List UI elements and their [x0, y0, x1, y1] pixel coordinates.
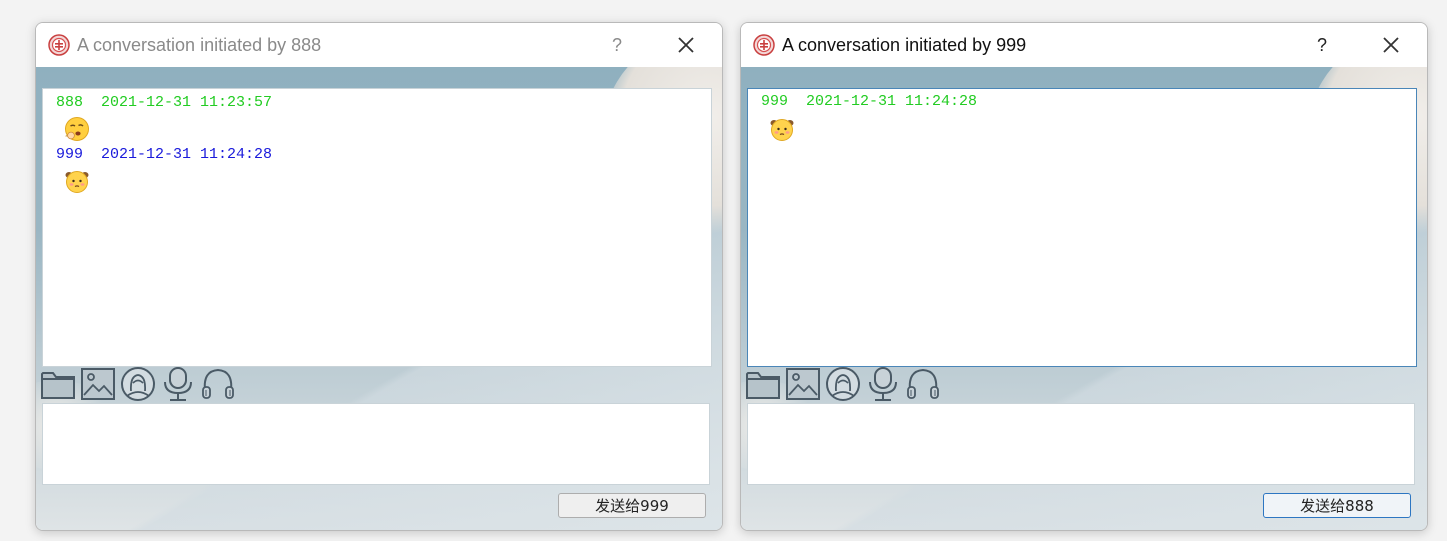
- send-button[interactable]: 发送给888: [1263, 493, 1411, 518]
- title-bar[interactable]: A conversation initiated by 888 ?: [36, 23, 722, 67]
- video-call-icon[interactable]: [825, 366, 861, 402]
- message-sender: 888: [56, 94, 84, 111]
- message-timestamp: 2021-12-31 11:24:28: [101, 146, 273, 163]
- app-logo-icon: [48, 34, 70, 56]
- message-timestamp: 2021-12-31 11:24:28: [806, 93, 978, 110]
- chat-toolbar: [40, 366, 340, 404]
- message-history[interactable]: 999 2021-12-31 11:24:28: [747, 88, 1417, 367]
- message-input[interactable]: [42, 403, 710, 485]
- close-icon[interactable]: [672, 33, 700, 57]
- help-button[interactable]: ?: [1307, 32, 1337, 58]
- window-title: A conversation initiated by 999: [782, 35, 1027, 55]
- window-body: 888 2021-12-31 11:23:57 999 2021-12-31 11:…: [36, 67, 722, 530]
- message-sender: 999: [761, 93, 789, 110]
- title-bar[interactable]: A conversation initiated by 999 ?: [741, 23, 1427, 67]
- help-button[interactable]: ?: [602, 32, 632, 58]
- shy-face-icon: [64, 168, 90, 194]
- folder-icon[interactable]: [40, 366, 76, 402]
- message-sender: 999: [56, 146, 84, 163]
- message-timestamp: 2021-12-31 11:23:57: [101, 94, 273, 111]
- shy-face-icon: [769, 116, 795, 142]
- microphone-icon[interactable]: [160, 366, 196, 402]
- chat-window-888[interactable]: A conversation initiated by 888 ? 888 202…: [35, 22, 723, 531]
- headset-icon[interactable]: [905, 366, 941, 402]
- close-icon[interactable]: [1377, 33, 1405, 57]
- window-title: A conversation initiated by 888: [77, 35, 322, 55]
- image-icon[interactable]: [785, 366, 821, 402]
- video-call-icon[interactable]: [120, 366, 156, 402]
- message-history[interactable]: 888 2021-12-31 11:23:57 999 2021-12-31 11:…: [42, 88, 712, 367]
- headset-icon[interactable]: [200, 366, 236, 402]
- message-input[interactable]: [747, 403, 1415, 485]
- window-body: 999 2021-12-31 11:24:28 发送给888: [741, 67, 1427, 530]
- folder-icon[interactable]: [745, 366, 781, 402]
- send-button[interactable]: 发送给999: [558, 493, 706, 518]
- app-logo-icon: [753, 34, 775, 56]
- image-icon[interactable]: [80, 366, 116, 402]
- chat-toolbar: [745, 366, 1045, 404]
- dozing-face-icon: [64, 116, 90, 142]
- microphone-icon[interactable]: [865, 366, 901, 402]
- chat-window-999[interactable]: A conversation initiated by 999 ? 999 202…: [740, 22, 1428, 531]
